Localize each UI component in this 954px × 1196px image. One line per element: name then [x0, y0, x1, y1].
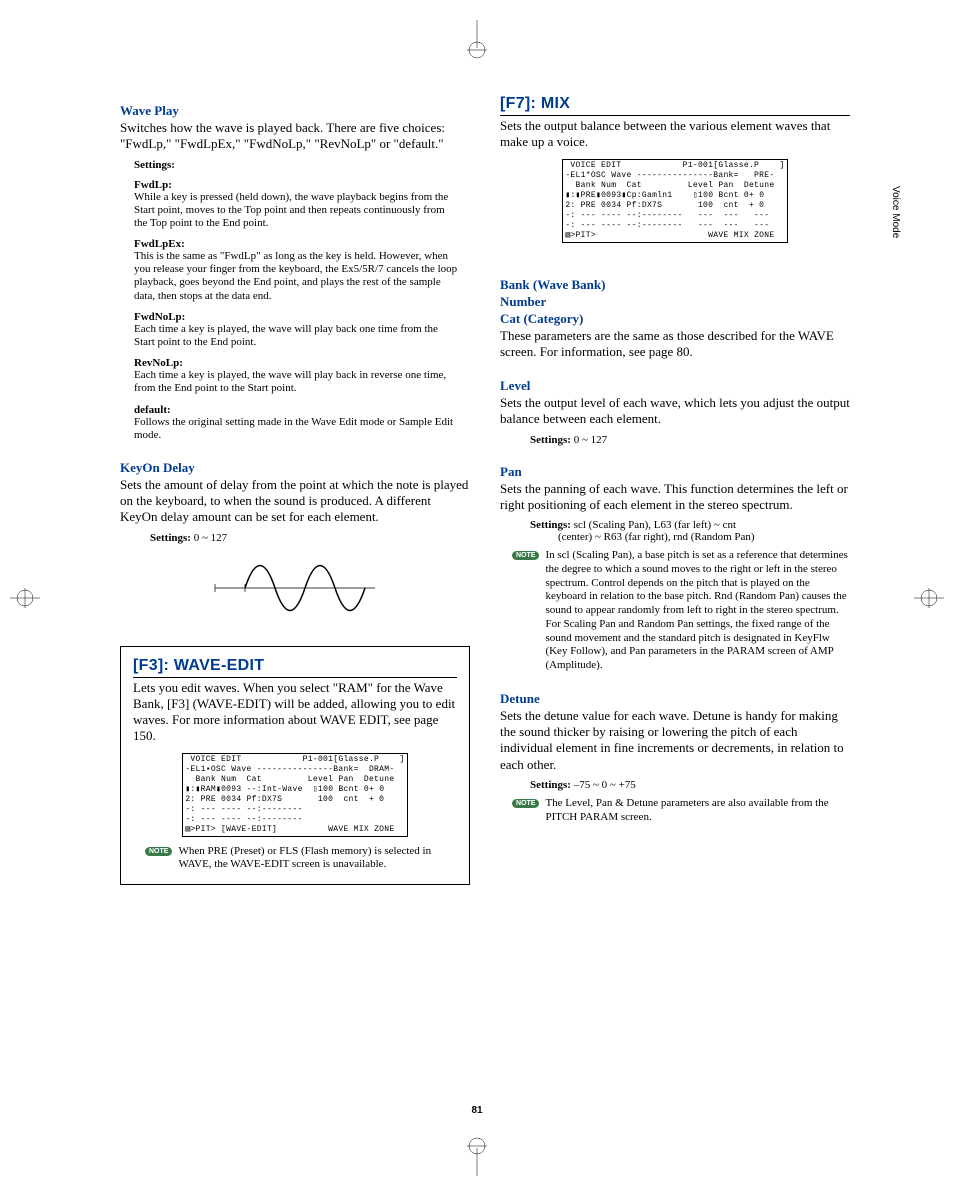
- right-column: [F7]: MIX Sets the output balance betwee…: [500, 95, 850, 885]
- side-tab-voice-mode: Voice Mode: [887, 180, 904, 244]
- left-column: Wave Play Switches how the wave is playe…: [120, 95, 470, 885]
- body-f7: Sets the output balance between the vari…: [500, 118, 850, 151]
- body-banknumcat: These parameters are the same as those d…: [500, 328, 850, 361]
- note-icon: NOTE: [512, 551, 539, 560]
- note-f3: When PRE (Preset) or FLS (Flash memory) …: [178, 845, 457, 873]
- body-wave-play: Switches how the wave is played back. Th…: [120, 120, 470, 153]
- crop-mark-bottom: [457, 1136, 497, 1176]
- lcd-f7: VOICE EDIT P1-001[Glasse.P ] -EL1*OSC Wa…: [562, 159, 787, 243]
- sub-default-body: Follows the original setting made in the…: [134, 416, 460, 442]
- body-pan: Sets the panning of each wave. This func…: [500, 481, 850, 514]
- sub-fwdlpex: FwdLpEx:: [134, 238, 470, 250]
- note-detune: The Level, Pan & Detune parameters are a…: [545, 797, 850, 825]
- body-f3: Lets you edit waves. When you select "RA…: [133, 680, 457, 745]
- heading-pan: Pan: [500, 464, 850, 480]
- body-level: Sets the output level of each wave, whic…: [500, 395, 850, 428]
- heading-f7: [F7]: MIX: [500, 95, 850, 116]
- lcd-f3: VOICE EDIT P1-001[Glasse.P ] -EL1▪OSC Wa…: [182, 753, 407, 837]
- heading-detune: Detune: [500, 691, 850, 707]
- settings-pan: Settings: scl (Scaling Pan), L63 (far le…: [530, 519, 850, 531]
- body-detune: Sets the detune value for each wave. Det…: [500, 708, 850, 773]
- sub-fwdlp: FwdLp:: [134, 179, 470, 191]
- crop-mark-right: [914, 578, 944, 618]
- heading-f3: [F3]: WAVE-EDIT: [133, 657, 457, 678]
- crop-mark-top: [457, 20, 497, 60]
- sub-fwdnolp: FwdNoLp:: [134, 311, 470, 323]
- sub-fwdlp-body: While a key is pressed (held down), the …: [134, 191, 460, 231]
- heading-number: Number: [500, 294, 850, 310]
- heading-level: Level: [500, 378, 850, 394]
- sub-default: default:: [134, 404, 470, 416]
- settings-pan-2: (center) ~ R63 (far right), rnd (Random …: [558, 531, 850, 543]
- settings-label: Settings:: [134, 159, 470, 171]
- heading-wave-play: Wave Play: [120, 103, 470, 119]
- note-icon: NOTE: [512, 799, 539, 808]
- waveform-icon: [205, 548, 385, 628]
- note-icon: NOTE: [145, 847, 172, 856]
- sub-revnolp: RevNoLp:: [134, 357, 470, 369]
- heading-cat: Cat (Category): [500, 311, 850, 327]
- sub-fwdnolp-body: Each time a key is played, the wave will…: [134, 323, 460, 349]
- settings-level: Settings: 0 ~ 127: [530, 434, 850, 446]
- heading-bank: Bank (Wave Bank): [500, 277, 850, 293]
- sub-revnolp-body: Each time a key is played, the wave will…: [134, 369, 460, 395]
- crop-mark-left: [10, 578, 40, 618]
- sub-fwdlpex-body: This is the same as "FwdLp" as long as t…: [134, 250, 460, 303]
- note-pan: In scl (Scaling Pan), a base pitch is se…: [545, 549, 850, 673]
- heading-keyon-delay: KeyOn Delay: [120, 460, 470, 476]
- settings-keyon: Settings: 0 ~ 127: [150, 532, 470, 544]
- body-keyon: Sets the amount of delay from the point …: [120, 477, 470, 526]
- f3-box: [F3]: WAVE-EDIT Lets you edit waves. Whe…: [120, 646, 470, 886]
- page-number: 81: [0, 1105, 954, 1116]
- settings-detune: Settings: –75 ~ 0 ~ +75: [530, 779, 850, 791]
